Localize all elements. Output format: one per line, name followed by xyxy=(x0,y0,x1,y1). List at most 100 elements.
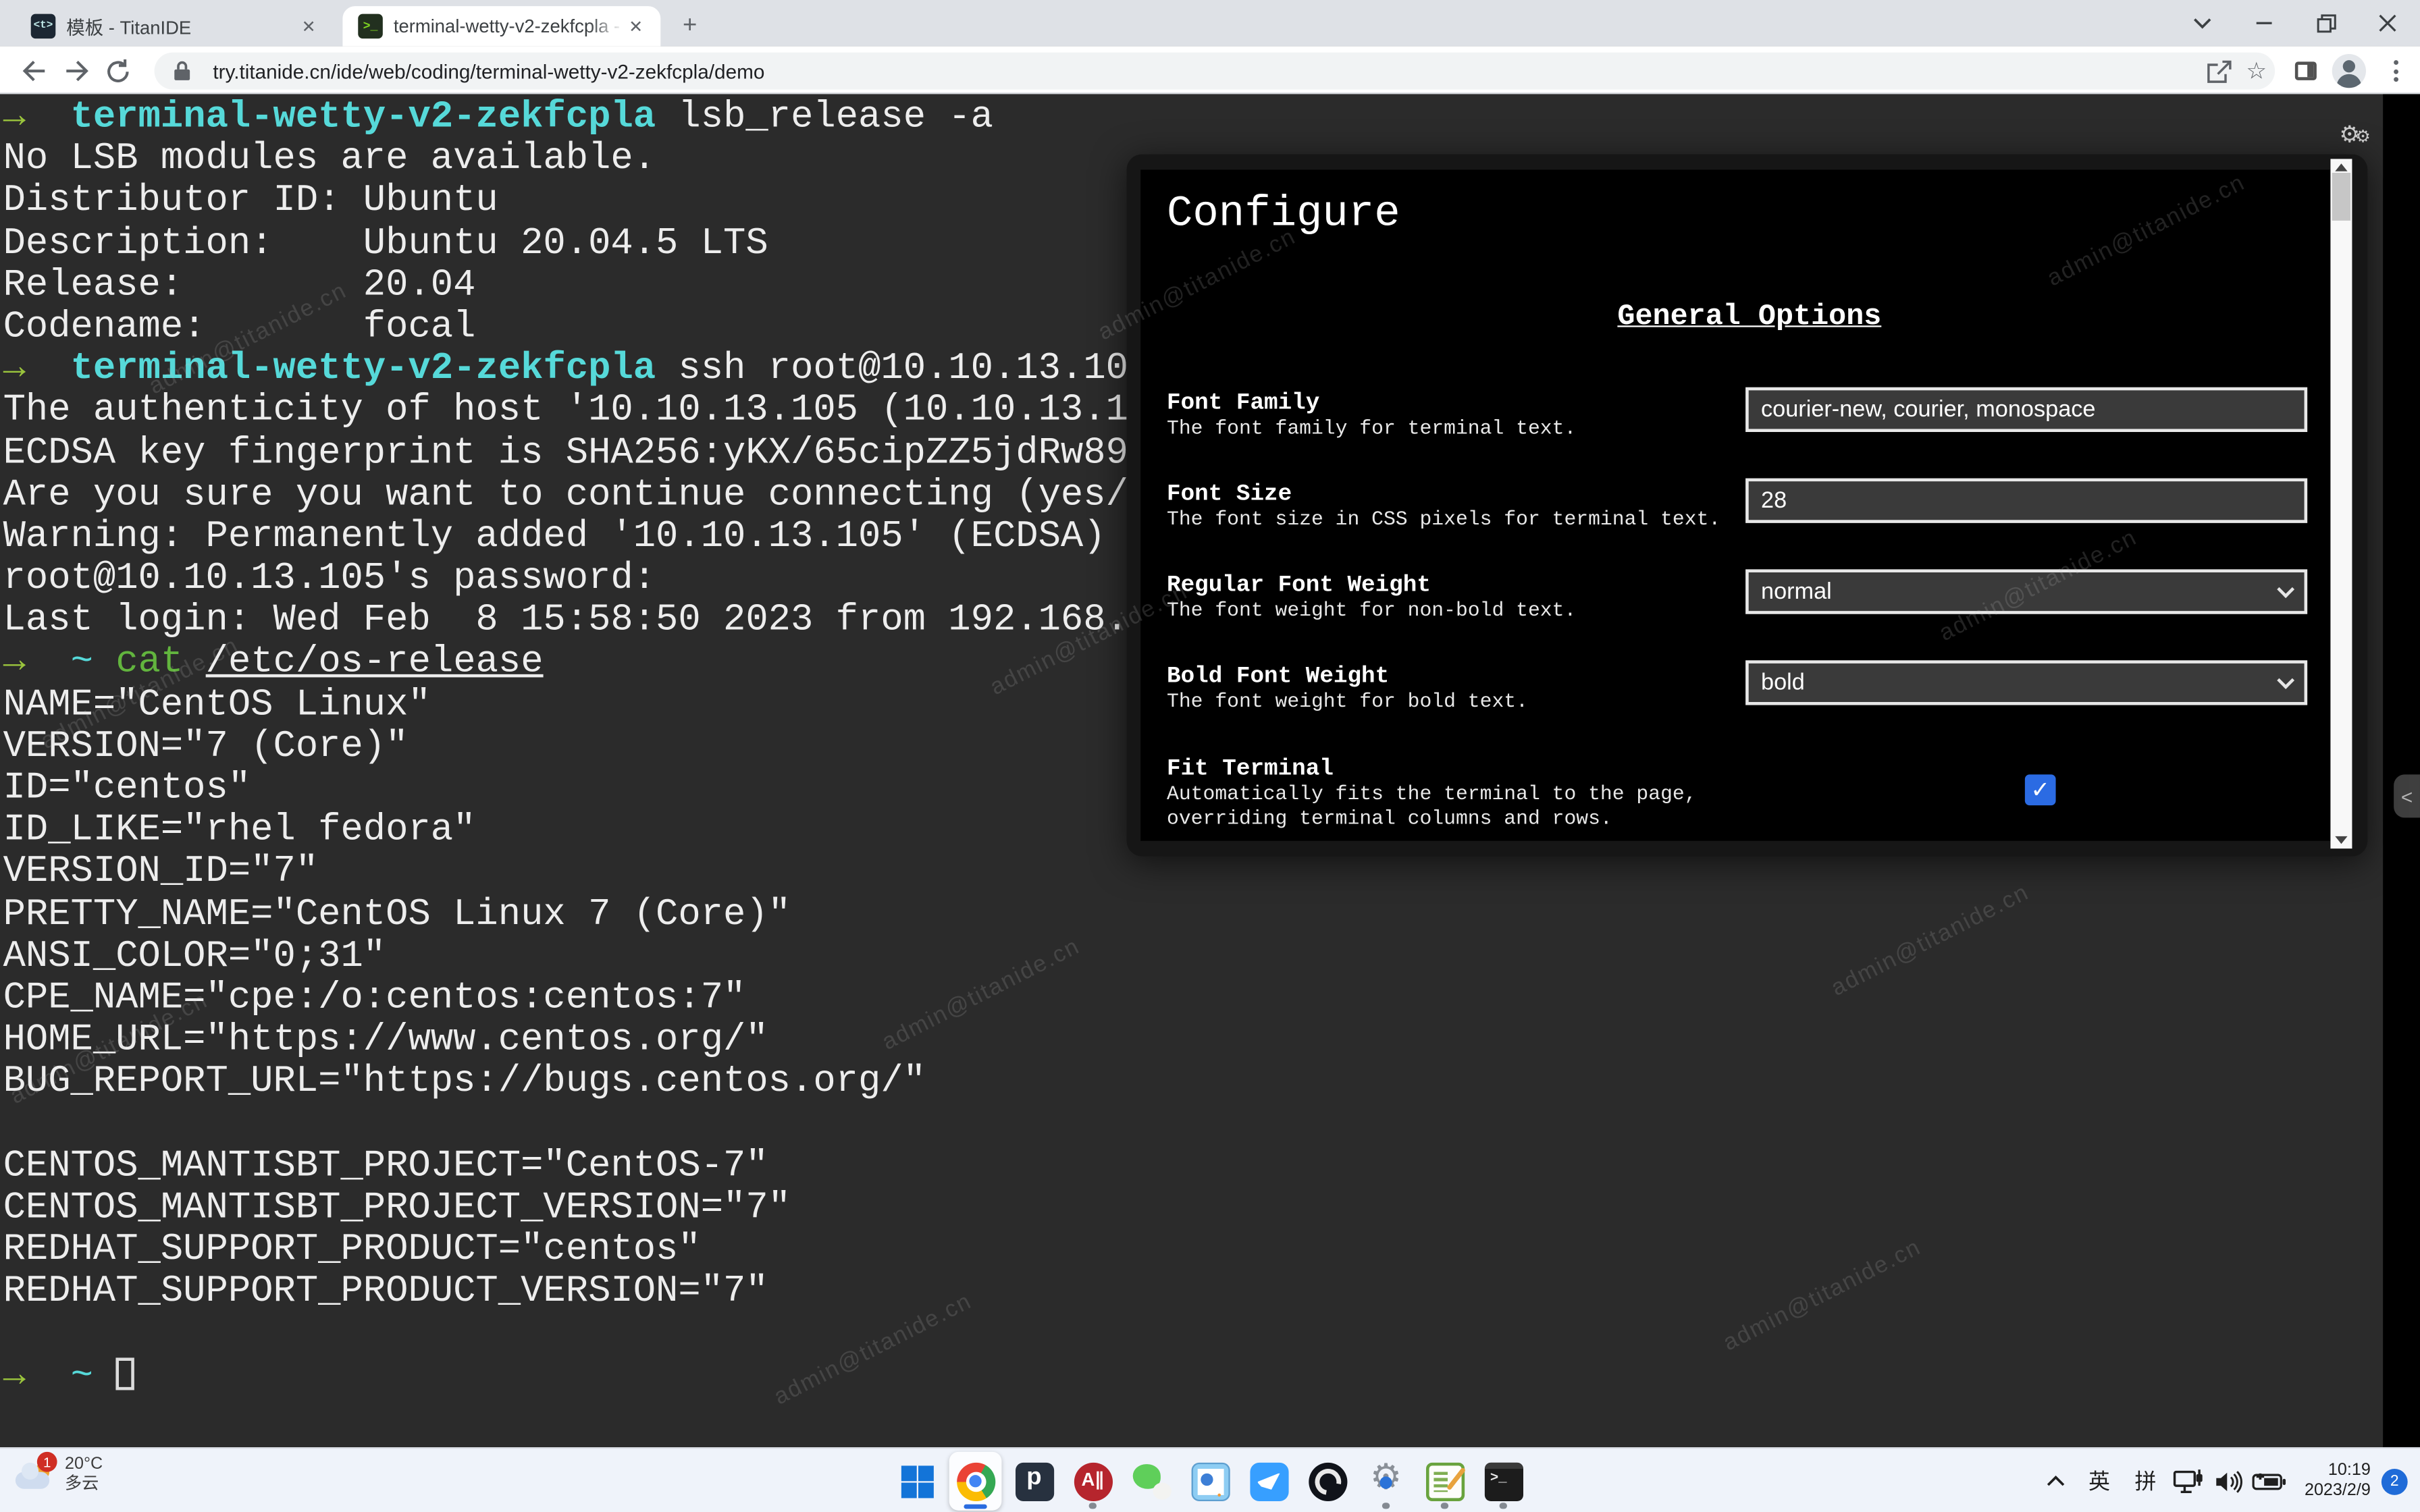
notepad-icon xyxy=(1425,1462,1464,1501)
taskbar-app-dingtalk[interactable] xyxy=(1242,1452,1295,1511)
profile-avatar[interactable] xyxy=(2330,53,2367,90)
taskbar-app-chart-app[interactable] xyxy=(1184,1452,1236,1511)
battery-charging-icon[interactable] xyxy=(2247,1471,2289,1491)
terminal-line xyxy=(3,1314,2384,1355)
taskbar-app-p-app[interactable] xyxy=(1008,1452,1061,1511)
dialog-section-title: General Options xyxy=(1155,299,2344,333)
tab-close-icon[interactable]: ✕ xyxy=(296,14,321,39)
browser-titlebar: <t> 模板 - TitanIDE ✕ >_ terminal-wetty-v2… xyxy=(0,0,2420,47)
collapse-panel-handle[interactable]: < xyxy=(2394,774,2420,817)
terminal-text: REDHAT_SUPPORT_PRODUCT_VERSION="7" xyxy=(3,1272,768,1314)
terminal-line: PRETTY_NAME="CentOS Linux 7 (Core)" xyxy=(3,894,2384,936)
network-icon[interactable] xyxy=(2169,1468,2209,1494)
tab-title: terminal-wetty-v2-zekfcpla - T xyxy=(394,16,624,37)
p-app-icon xyxy=(1015,1462,1053,1501)
tab-titanide[interactable]: <t> 模板 - TitanIDE ✕ xyxy=(16,6,334,46)
select-regular-font-weight[interactable]: normal xyxy=(1745,569,2307,614)
select-bold-font-weight[interactable]: bold xyxy=(1745,660,2307,705)
terminal-line: CENTOS_MANTISBT_PROJECT="CentOS-7" xyxy=(3,1146,2384,1188)
taskbar-app-notepad[interactable] xyxy=(1419,1452,1471,1511)
terminal-text: lsb_release -a xyxy=(656,97,993,139)
checkbox-fit-terminal[interactable]: ✓ xyxy=(2025,774,2056,805)
terminal-line: VERSION_ID="7" xyxy=(3,853,2384,894)
browser-toolbar: try.titanide.cn/ide/web/coding/terminal-… xyxy=(0,47,2420,94)
field-description: The font weight for bold text. xyxy=(1167,690,1754,715)
terminal-text: terminal-wetty-v2-zekfcpla xyxy=(71,349,656,391)
taskbar-app-cmd-terminal[interactable] xyxy=(1477,1452,1529,1511)
field-label-font-family: Font Family xyxy=(1167,390,1319,416)
clock[interactable]: 10:19 2023/2/9 xyxy=(2305,1461,2371,1501)
terminal-line: REDHAT_SUPPORT_PRODUCT_VERSION="7" xyxy=(3,1272,2384,1314)
settings-gears-icon[interactable]: ⚙⚙ xyxy=(2339,119,2370,148)
scroll-up-icon[interactable] xyxy=(2335,163,2347,171)
terminal-text xyxy=(93,643,115,684)
taskbar-app-obs[interactable] xyxy=(1301,1452,1354,1511)
terminal-text xyxy=(183,643,205,684)
reload-button[interactable] xyxy=(99,53,136,90)
window-restore-button[interactable] xyxy=(2303,6,2349,40)
scrollbar-thumb[interactable] xyxy=(2332,173,2350,221)
forward-button[interactable] xyxy=(59,53,96,90)
running-indicator xyxy=(1089,1503,1097,1509)
terminal-line: HOME_URL="https://www.centos.org/" xyxy=(3,1020,2384,1062)
obs-icon xyxy=(1308,1462,1346,1501)
screen: <t> 模板 - TitanIDE ✕ >_ terminal-wetty-v2… xyxy=(0,0,2420,1512)
browser-menu-icon[interactable] xyxy=(2377,53,2414,90)
field-label-bold-font-weight: Bold Font Weight xyxy=(1167,664,1389,690)
side-panel-icon[interactable] xyxy=(2287,53,2324,90)
terminal-text: REDHAT_SUPPORT_PRODUCT="centos" xyxy=(3,1230,701,1272)
terminal-text: ID="centos" xyxy=(3,768,251,810)
right-rail xyxy=(2383,94,2420,1447)
address-bar[interactable]: try.titanide.cn/ide/web/coding/terminal-… xyxy=(155,53,2276,90)
select-value: bold xyxy=(1761,670,1805,696)
input-font-size[interactable] xyxy=(1745,479,2307,523)
taskbar-app-settings-gear[interactable] xyxy=(1360,1452,1413,1511)
prompt-arrow: → xyxy=(3,349,26,391)
field-description: Automatically fits the terminal to the p… xyxy=(1167,782,1754,832)
tray-date: 2023/2/9 xyxy=(2305,1481,2371,1501)
terminal-line: ANSI_COLOR="0;31" xyxy=(3,936,2384,978)
terminal-text: ~ xyxy=(71,1355,93,1397)
back-button[interactable] xyxy=(16,53,53,90)
tab-terminal-wetty[interactable]: >_ terminal-wetty-v2-zekfcpla - T ✕ xyxy=(342,6,660,46)
taskbar-app-wechat[interactable] xyxy=(1125,1452,1178,1511)
input-font-family[interactable] xyxy=(1745,387,2307,432)
terminal-text: Warning: Permanently added '10.10.13.105… xyxy=(3,516,1106,558)
terminal-text: PRETTY_NAME="CentOS Linux 7 (Core)" xyxy=(3,894,791,936)
settings-gear-icon xyxy=(1367,1462,1405,1501)
terminal-text: cat xyxy=(115,643,183,684)
tab-close-icon[interactable]: ✕ xyxy=(623,14,648,39)
titanide-favicon-icon: <t> xyxy=(31,14,56,39)
running-indicator xyxy=(1441,1503,1448,1509)
taskbar-app-chrome[interactable] xyxy=(949,1452,1002,1511)
terminal-text: ssh root@10.10.13.10 xyxy=(656,349,1128,391)
terminal-favicon-icon: >_ xyxy=(358,14,383,39)
terminal-text: BUG_REPORT_URL="https://bugs.centos.org/… xyxy=(3,1062,926,1104)
volume-icon[interactable] xyxy=(2209,1469,2247,1492)
taskbar-app-red-a-app[interactable] xyxy=(1066,1452,1119,1511)
field-description: The font weight for non-bold text. xyxy=(1167,599,1754,624)
new-tab-button[interactable]: + xyxy=(675,11,706,42)
windows-taskbar: 1 20°C 多云 英 拼 10:19 xyxy=(0,1447,2420,1512)
bookmark-star-icon[interactable]: ☆ xyxy=(2238,53,2275,90)
ime-english-indicator[interactable]: 英 xyxy=(2076,1465,2123,1496)
scroll-down-icon[interactable] xyxy=(2335,836,2347,844)
taskbar-app-windows-start[interactable] xyxy=(891,1452,943,1511)
tray-time: 10:19 xyxy=(2305,1461,2371,1482)
tray-chevron-up-icon[interactable] xyxy=(2036,1475,2076,1487)
prompt-arrow: → xyxy=(3,1355,26,1397)
tab-search-chevron-icon[interactable] xyxy=(2179,6,2226,40)
window-minimize-button[interactable] xyxy=(2241,6,2288,40)
terminal-line: → terminal-wetty-v2-zekfcpla lsb_release… xyxy=(3,97,2384,139)
window-close-button[interactable] xyxy=(2365,6,2411,40)
terminal-text xyxy=(26,1355,71,1397)
dialog-scrollbar[interactable] xyxy=(2330,159,2352,848)
share-icon[interactable] xyxy=(2201,53,2238,90)
notification-badge[interactable]: 2 xyxy=(2382,1468,2408,1494)
terminal-text xyxy=(26,349,71,391)
tab-title: 模板 - TitanIDE xyxy=(66,13,296,39)
chevron-left-icon: < xyxy=(2401,784,2413,807)
field-label-font-size: Font Size xyxy=(1167,481,1292,508)
ime-pinyin-indicator[interactable]: 拼 xyxy=(2122,1465,2169,1496)
url-text[interactable]: try.titanide.cn/ide/web/coding/terminal-… xyxy=(213,59,2201,82)
